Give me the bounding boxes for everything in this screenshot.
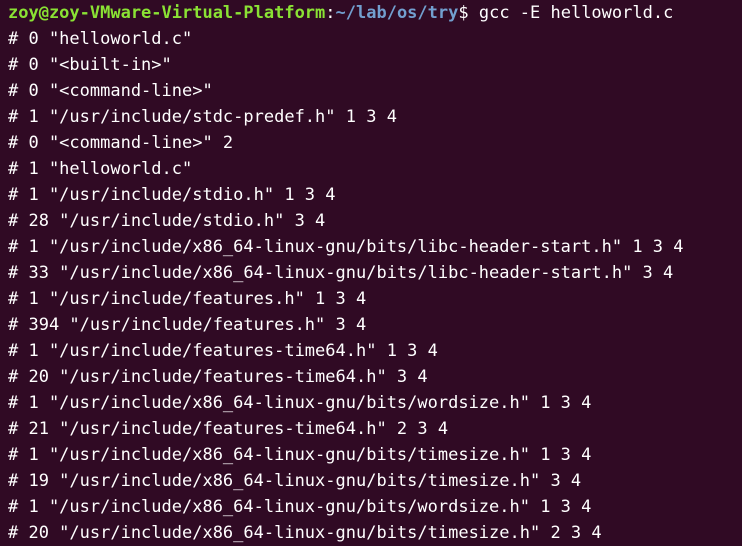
output-line: # 20 "/usr/include/features-time64.h" 3 … (8, 367, 428, 387)
prompt-user-host: zoy@zoy-VMware-Virtual-Platform (8, 3, 326, 23)
output-line: # 1 "/usr/include/features.h" 1 3 4 (8, 289, 367, 309)
output-line: # 33 "/usr/include/x86_64-linux-gnu/bits… (8, 263, 674, 283)
output-line: # 1 "/usr/include/x86_64-linux-gnu/bits/… (8, 497, 592, 517)
prompt-symbol: $ (458, 3, 479, 23)
output-line: # 0 "helloworld.c" (8, 29, 193, 49)
output-line: # 0 "<command-line>" (8, 81, 213, 101)
output-line: # 19 "/usr/include/x86_64-linux-gnu/bits… (8, 471, 582, 491)
output-line: # 1 "/usr/include/stdc-predef.h" 1 3 4 (8, 107, 397, 127)
output-line: # 20 "/usr/include/x86_64-linux-gnu/bits… (8, 523, 602, 543)
prompt-separator: : (325, 3, 336, 23)
output-line: # 1 "helloworld.c" (8, 159, 193, 179)
terminal-window[interactable]: zoy@zoy-VMware-Virtual-Platform:~/lab/os… (0, 0, 742, 543)
output-line: # 394 "/usr/include/features.h" 3 4 (8, 315, 367, 335)
prompt-line: zoy@zoy-VMware-Virtual-Platform:~/lab/os… (8, 0, 742, 26)
prompt-cwd: ~/lab/os/try (335, 3, 459, 23)
output-line: # 1 "/usr/include/x86_64-linux-gnu/bits/… (8, 237, 684, 257)
output-line: # 21 "/usr/include/features-time64.h" 2 … (8, 419, 449, 439)
output-line: # 0 "<built-in>" (8, 55, 172, 75)
output-line: # 28 "/usr/include/stdio.h" 3 4 (8, 211, 326, 231)
prompt-command: gcc -E helloworld.c (478, 3, 674, 23)
output-line: # 1 "/usr/include/stdio.h" 1 3 4 (8, 185, 336, 205)
output-line: # 0 "<command-line>" 2 (8, 133, 234, 153)
output-line: # 1 "/usr/include/x86_64-linux-gnu/bits/… (8, 445, 592, 465)
output-line: # 1 "/usr/include/features-time64.h" 1 3… (8, 341, 438, 361)
output-line: # 1 "/usr/include/x86_64-linux-gnu/bits/… (8, 393, 592, 413)
